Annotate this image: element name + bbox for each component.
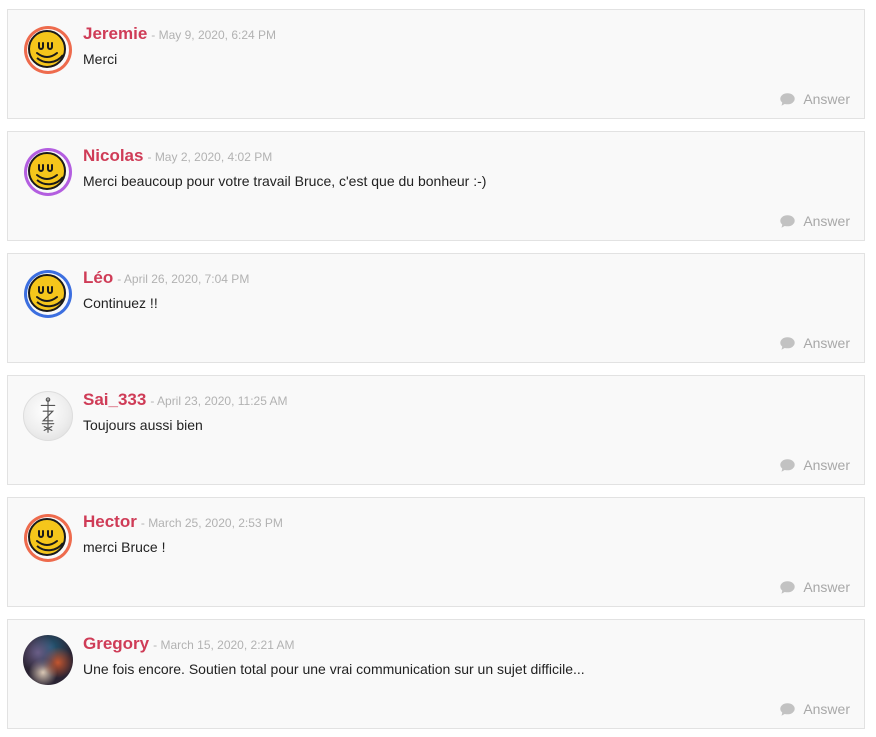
comment-date: - April 23, 2020, 11:25 AM	[150, 394, 288, 408]
comment-card: Sai_333 - April 23, 2020, 11:25 AM Toujou…	[7, 375, 865, 485]
speech-bubble-icon	[780, 214, 796, 228]
comment-text: Merci	[83, 51, 118, 67]
comment-date: - March 25, 2020, 2:53 PM	[140, 516, 283, 530]
speech-bubble-icon	[780, 702, 796, 716]
speech-bubble-icon	[780, 580, 796, 594]
answer-label: Answer	[803, 213, 850, 229]
speech-bubble-icon	[780, 92, 796, 106]
answer-button[interactable]: Answer	[780, 91, 850, 107]
answer-label: Answer	[803, 91, 850, 107]
answer-label: Answer	[803, 457, 850, 473]
answer-button[interactable]: Answer	[780, 213, 850, 229]
comment-text: merci Bruce !	[83, 539, 166, 555]
speech-bubble-icon	[780, 336, 796, 350]
comment-date: - May 9, 2020, 6:24 PM	[151, 28, 277, 42]
answer-button[interactable]: Answer	[780, 579, 850, 595]
photo-avatar[interactable]	[23, 635, 73, 685]
comment-list: Jeremie - May 9, 2020, 6:24 PM Merci Answ…	[0, 0, 876, 737]
smiley-coin-icon[interactable]	[23, 269, 73, 319]
smiley-coin-icon[interactable]	[23, 513, 73, 563]
comment-card: Gregory - March 15, 2020, 2:21 AM Une foi…	[7, 619, 865, 729]
comment-card: Nicolas - May 2, 2020, 4:02 PM Merci beau…	[7, 131, 865, 241]
answer-button[interactable]: Answer	[780, 457, 850, 473]
comment-header: Nicolas - May 2, 2020, 4:02 PM	[83, 146, 272, 166]
answer-label: Answer	[803, 701, 850, 717]
comment-text: Une fois encore. Soutien total pour une …	[83, 661, 585, 677]
comment-card: Léo - April 26, 2020, 7:04 PM Continuez !…	[7, 253, 865, 363]
answer-label: Answer	[803, 335, 850, 351]
author-name[interactable]: Gregory	[83, 634, 149, 653]
author-name[interactable]: Sai_333	[83, 390, 146, 409]
author-name[interactable]: Hector	[83, 512, 137, 531]
comment-header: Jeremie - May 9, 2020, 6:24 PM	[83, 24, 276, 44]
comment-date: - March 15, 2020, 2:21 AM	[153, 638, 295, 652]
comment-text: Toujours aussi bien	[83, 417, 203, 433]
answer-label: Answer	[803, 579, 850, 595]
answer-button[interactable]: Answer	[780, 335, 850, 351]
comment-header: Sai_333 - April 23, 2020, 11:25 AM	[83, 390, 288, 410]
comment-header: Gregory - March 15, 2020, 2:21 AM	[83, 634, 295, 654]
comment-text: Merci beaucoup pour votre travail Bruce,…	[83, 173, 487, 189]
comment-date: - April 26, 2020, 7:04 PM	[117, 272, 250, 286]
sword-sketch-icon[interactable]	[23, 391, 73, 441]
author-name[interactable]: Léo	[83, 268, 113, 287]
author-name[interactable]: Jeremie	[83, 24, 147, 43]
author-name[interactable]: Nicolas	[83, 146, 143, 165]
comment-date: - May 2, 2020, 4:02 PM	[147, 150, 273, 164]
comment-text: Continuez !!	[83, 295, 158, 311]
speech-bubble-icon	[780, 458, 796, 472]
comment-header: Hector - March 25, 2020, 2:53 PM	[83, 512, 283, 532]
smiley-coin-icon[interactable]	[23, 25, 73, 75]
smiley-coin-icon[interactable]	[23, 147, 73, 197]
comment-header: Léo - April 26, 2020, 7:04 PM	[83, 268, 249, 288]
comment-card: Jeremie - May 9, 2020, 6:24 PM Merci Answ…	[7, 9, 865, 119]
comment-card: Hector - March 25, 2020, 2:53 PM merci Br…	[7, 497, 865, 607]
answer-button[interactable]: Answer	[780, 701, 850, 717]
